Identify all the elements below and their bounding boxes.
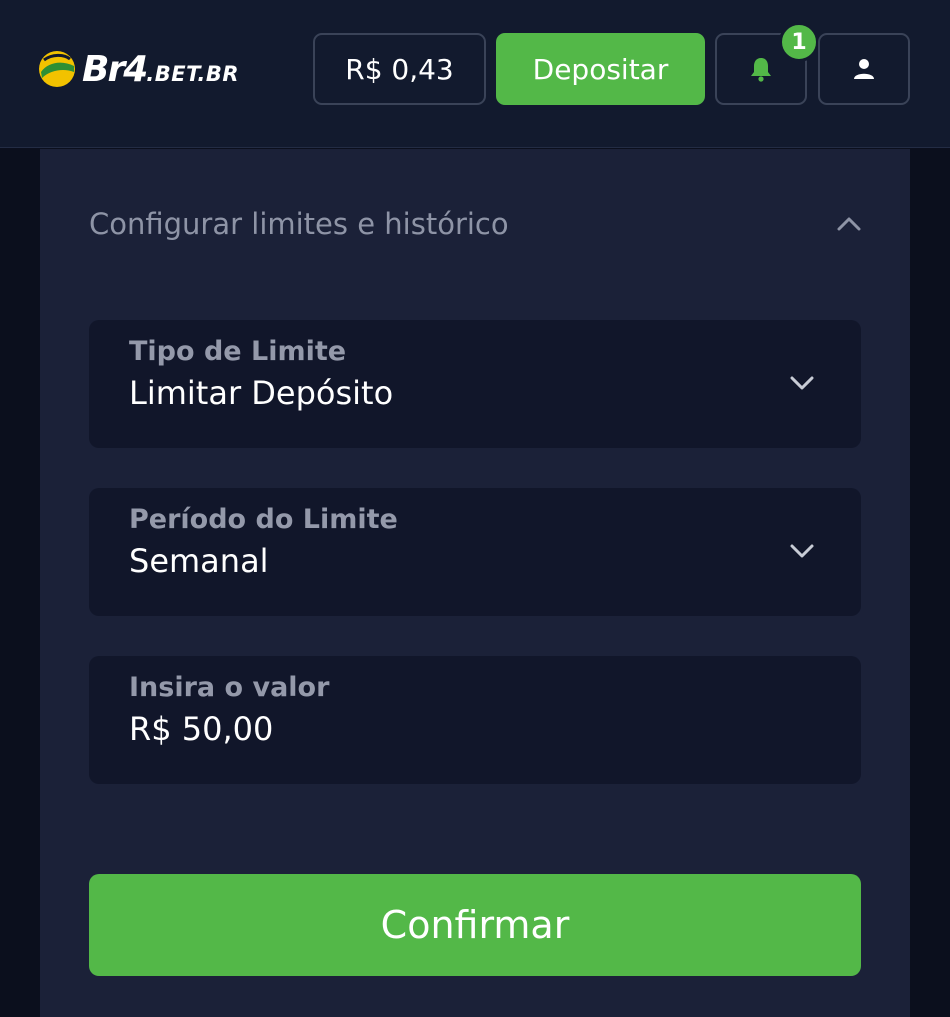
limit-amount-value[interactable]: R$ 50,00 [129, 710, 273, 748]
limit-period-label: Período do Limite [129, 504, 398, 535]
balance-display[interactable]: R$ 0,43 [313, 33, 486, 105]
top-header: Br4 .BET.BR R$ 0,43 Depositar 1 [0, 0, 950, 148]
deposit-button[interactable]: Depositar [496, 33, 705, 105]
limit-amount-label: Insira o valor [129, 672, 330, 703]
limits-panel: Configurar limites e histórico Tipo de L… [40, 149, 910, 1017]
limit-type-value: Limitar Depósito [129, 374, 394, 412]
chevron-up-icon[interactable] [835, 214, 863, 234]
logo-main-text: Br4 [82, 48, 148, 90]
chevron-down-icon [790, 376, 814, 390]
logo-suffix-text: .BET.BR [146, 61, 239, 86]
chevron-down-icon [790, 544, 814, 558]
logo-wordmark: Br4 .BET.BR [82, 49, 239, 90]
limit-period-value: Semanal [129, 542, 269, 580]
section-title: Configurar limites e histórico [89, 207, 509, 241]
confirm-button[interactable]: Confirmar [89, 874, 861, 976]
brand-logo[interactable]: Br4 .BET.BR [38, 46, 239, 92]
limit-type-select[interactable]: Tipo de Limite Limitar Depósito [89, 320, 861, 448]
notification-count-badge: 1 [779, 22, 819, 62]
bell-icon [751, 58, 771, 82]
account-button[interactable] [818, 33, 910, 105]
limit-amount-field[interactable]: Insira o valor R$ 50,00 [89, 656, 861, 784]
limit-period-select[interactable]: Período do Limite Semanal [89, 488, 861, 616]
user-icon [854, 59, 874, 79]
logo-ball-icon [39, 51, 75, 87]
limit-type-label: Tipo de Limite [129, 336, 347, 367]
